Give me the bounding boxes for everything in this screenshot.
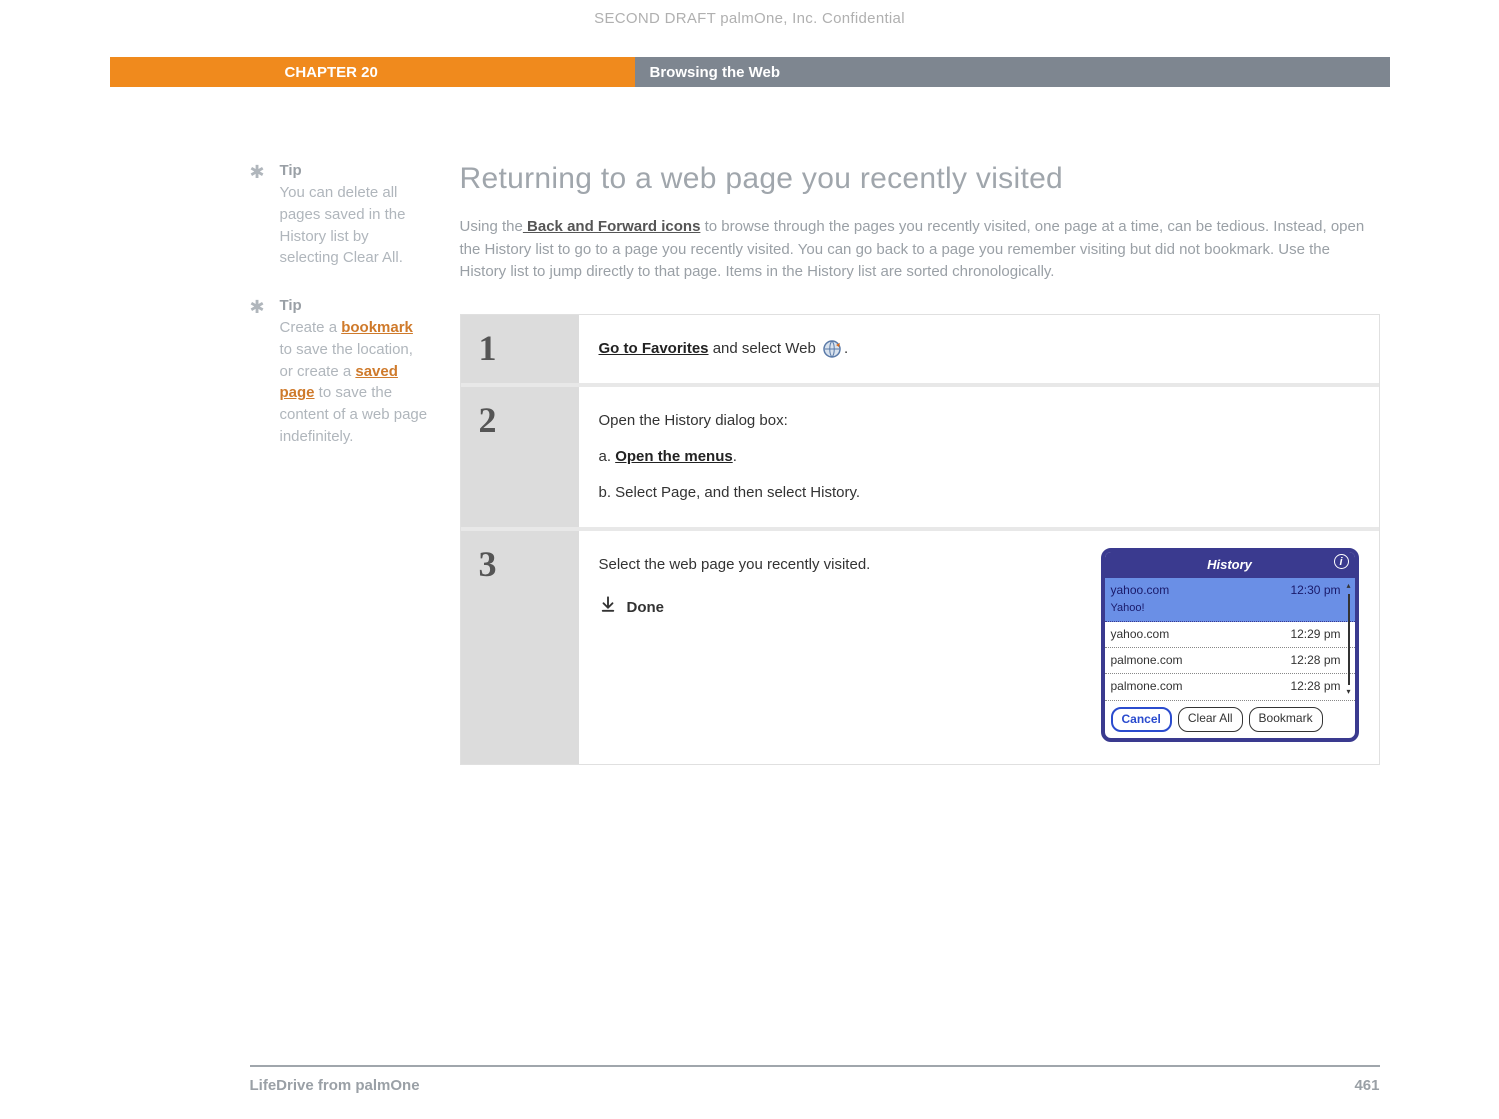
history-item-selected[interactable]: yahoo.com Yahoo! 12:30 pm bbox=[1105, 578, 1355, 622]
scrollbar[interactable]: ▴ ▾ bbox=[1345, 580, 1353, 698]
dialog-title: History bbox=[1207, 557, 1252, 572]
tip-heading: Tip bbox=[280, 297, 430, 314]
step-lead: Open the History dialog box: bbox=[599, 409, 1359, 433]
asterisk-icon: ✱ bbox=[250, 297, 265, 318]
history-site: yahoo.com bbox=[1111, 583, 1170, 597]
cancel-button[interactable]: Cancel bbox=[1111, 707, 1172, 732]
step-number: 1 bbox=[461, 315, 579, 383]
history-item[interactable]: palmone.com 12:28 pm bbox=[1105, 674, 1355, 700]
step-plain: and select Web bbox=[709, 340, 820, 357]
step-instruction: Select the web page you recently visited… bbox=[599, 553, 1086, 577]
asterisk-icon: ✱ bbox=[250, 162, 265, 183]
back-forward-link[interactable]: Back and Forward icons bbox=[523, 218, 701, 235]
done-indicator: Done bbox=[599, 595, 1086, 621]
step-number: 3 bbox=[461, 531, 579, 764]
tip-text: Create a bbox=[280, 319, 342, 336]
chapter-title: Browsing the Web bbox=[635, 57, 1390, 87]
step-plain: . bbox=[844, 340, 848, 357]
info-icon[interactable]: i bbox=[1334, 554, 1349, 569]
footer-product: LifeDrive from palmOne bbox=[250, 1077, 420, 1094]
history-list: yahoo.com Yahoo! 12:30 pm yahoo.com 12:2… bbox=[1105, 578, 1355, 700]
history-site: yahoo.com bbox=[1111, 625, 1170, 644]
tips-sidebar: ✱ Tip You can delete all pages saved in … bbox=[110, 162, 460, 765]
tip-item: ✱ Tip You can delete all pages saved in … bbox=[250, 162, 430, 269]
history-site: palmone.com bbox=[1111, 651, 1183, 670]
footer-page-number: 461 bbox=[1354, 1077, 1379, 1094]
steps-table: 1 Go to Favorites and select Web . 2 Ope… bbox=[460, 314, 1380, 765]
scroll-down-icon[interactable]: ▾ bbox=[1346, 686, 1350, 699]
dialog-title-bar: History i bbox=[1105, 552, 1355, 579]
step-text: Select the web page you recently visited… bbox=[599, 553, 1086, 742]
history-site: palmone.com bbox=[1111, 677, 1183, 696]
step-text: Open the History dialog box: a. Open the… bbox=[599, 409, 1359, 505]
history-item[interactable]: yahoo.com 12:29 pm bbox=[1105, 622, 1355, 648]
step-row: 1 Go to Favorites and select Web . bbox=[461, 315, 1379, 387]
history-time: 12:29 pm bbox=[1290, 625, 1340, 644]
tip-heading: Tip bbox=[280, 162, 430, 179]
down-arrow-icon bbox=[599, 595, 617, 621]
intro-text: Using the bbox=[460, 218, 523, 235]
history-dialog-screenshot: History i yahoo.com Yahoo! 12:30 pm bbox=[1101, 548, 1359, 742]
history-time: 12:28 pm bbox=[1290, 651, 1340, 670]
draft-watermark: SECOND DRAFT palmOne, Inc. Confidential bbox=[110, 0, 1390, 57]
step-text: Go to Favorites and select Web . bbox=[599, 337, 1359, 361]
bookmark-link[interactable]: bookmark bbox=[341, 319, 413, 336]
history-subtitle: Yahoo! bbox=[1111, 600, 1170, 618]
open-menus-link[interactable]: Open the menus bbox=[615, 448, 733, 465]
step-plain: . bbox=[733, 448, 737, 465]
tip-body: Create a bookmark to save the location, … bbox=[280, 317, 430, 448]
step-row: 2 Open the History dialog box: a. Open t… bbox=[461, 387, 1379, 531]
step-sub-label: a. bbox=[599, 448, 616, 465]
done-label: Done bbox=[627, 596, 665, 620]
clear-all-button[interactable]: Clear All bbox=[1178, 707, 1243, 732]
section-title: Returning to a web page you recently vis… bbox=[460, 162, 1380, 196]
tip-body: You can delete all pages saved in the Hi… bbox=[280, 182, 430, 269]
chapter-number: CHAPTER 20 bbox=[250, 57, 635, 87]
history-time: 12:28 pm bbox=[1290, 677, 1340, 696]
scroll-up-icon[interactable]: ▴ bbox=[1346, 580, 1350, 593]
bookmark-button[interactable]: Bookmark bbox=[1249, 707, 1323, 732]
intro-paragraph: Using the Back and Forward icons to brow… bbox=[460, 216, 1380, 284]
tip-item: ✱ Tip Create a bookmark to save the loca… bbox=[250, 297, 430, 448]
step-sub-b: b. Select Page, and then select History. bbox=[599, 481, 1359, 505]
web-globe-icon bbox=[822, 339, 842, 359]
page-footer: LifeDrive from palmOne 461 bbox=[250, 1065, 1380, 1094]
step-row: 3 Select the web page you recently visit… bbox=[461, 531, 1379, 764]
history-item[interactable]: palmone.com 12:28 pm bbox=[1105, 648, 1355, 674]
history-time: 12:30 pm bbox=[1290, 581, 1340, 618]
dialog-buttons: Cancel Clear All Bookmark bbox=[1105, 701, 1355, 738]
go-to-favorites-link[interactable]: Go to Favorites bbox=[599, 340, 709, 357]
step-number: 2 bbox=[461, 387, 579, 527]
chapter-bar: CHAPTER 20 Browsing the Web bbox=[110, 57, 1390, 87]
main-content: Returning to a web page you recently vis… bbox=[460, 162, 1390, 765]
